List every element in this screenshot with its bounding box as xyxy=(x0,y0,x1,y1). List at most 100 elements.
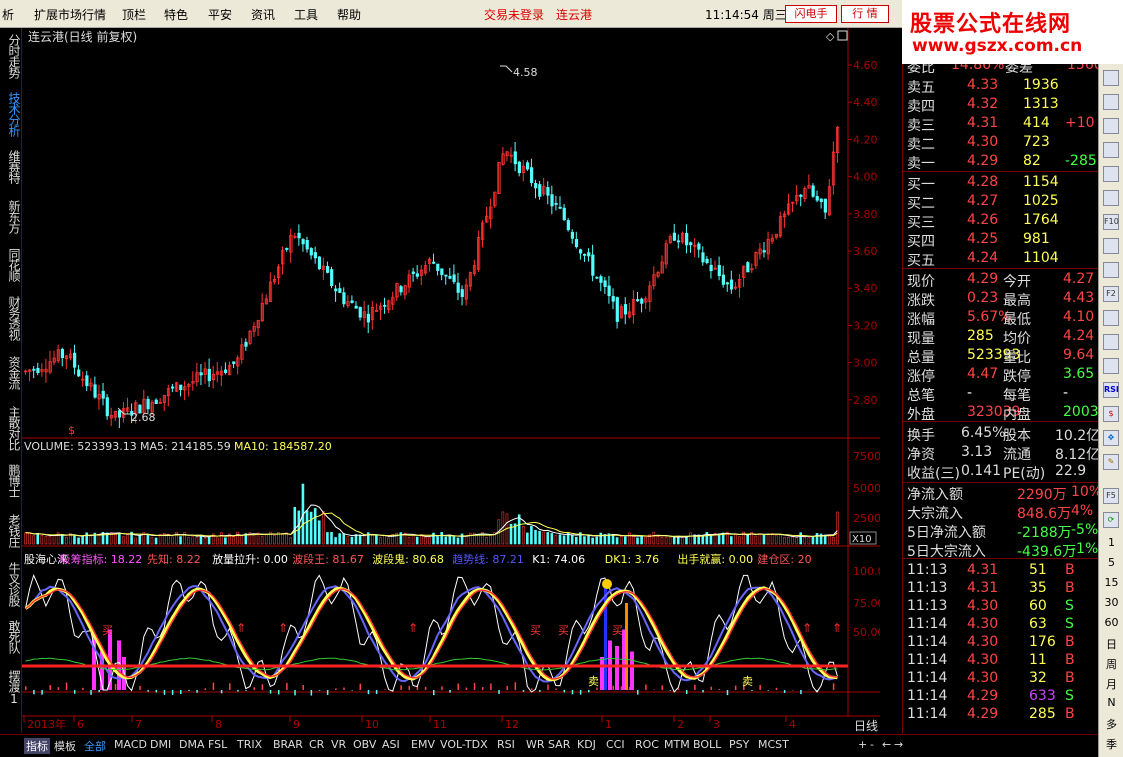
menu-item-ext-market[interactable]: 扩展市场行情 xyxy=(34,6,106,23)
indicator-tab[interactable]: VR xyxy=(331,738,346,751)
indicator-tab[interactable]: BOLL xyxy=(693,738,721,751)
indicator-tab[interactable]: TRIX xyxy=(237,738,262,751)
tab-tonghuashun[interactable]: 同花顺 xyxy=(2,248,21,281)
indicator-tab[interactable]: KDJ xyxy=(577,738,596,751)
toolbar-icon-5[interactable] xyxy=(1103,166,1119,182)
indicator-tab[interactable]: ROC xyxy=(635,738,659,751)
menu-item-tools[interactable]: 工具 xyxy=(294,6,318,23)
menu-item-news[interactable]: 资讯 xyxy=(251,6,275,23)
chart-area[interactable]: 连云港(日线 前复权) 4.60 4.40 4.20 4.00 3.80 3.60 3.40… xyxy=(22,28,880,734)
indicator-tab[interactable]: MTM xyxy=(664,738,690,751)
indicator-tab[interactable]: DMA xyxy=(179,738,205,751)
candle-body xyxy=(448,276,452,279)
menu-item-pingan[interactable]: 平安 xyxy=(208,6,232,23)
period-tab[interactable]: 季 xyxy=(1099,736,1123,752)
flash-trade-button[interactable]: 闪电手 xyxy=(785,5,837,23)
indicator-tab[interactable]: DMI xyxy=(150,738,171,751)
toolbar-icon-f10[interactable]: F10 xyxy=(1103,214,1119,230)
tab-baidu[interactable]: 摆渡1 xyxy=(2,670,21,705)
f5-icon[interactable]: F5 xyxy=(1103,488,1119,504)
indicator-tab[interactable]: CCI xyxy=(606,738,625,751)
toolbar-icon-11[interactable] xyxy=(1103,310,1119,326)
quote-button[interactable]: 行 情 xyxy=(841,5,889,23)
rsi-icon[interactable]: RSI xyxy=(1103,382,1119,398)
chart-ctrl-icon[interactable]: ◇ xyxy=(826,30,835,43)
nav-control[interactable]: - xyxy=(870,738,874,751)
tab-capital-flow[interactable]: 资金流 xyxy=(2,356,21,389)
indicator-tab[interactable]: OBV xyxy=(353,738,376,751)
nav-control[interactable]: + xyxy=(858,738,867,751)
indicator-tab[interactable]: ASI xyxy=(382,738,400,751)
candle-body xyxy=(636,299,640,302)
tab-xindongfang[interactable]: 新东方 xyxy=(2,200,21,233)
indicator-tab[interactable]: 全部 xyxy=(84,738,106,754)
toolbar-icon-8[interactable] xyxy=(1103,238,1119,254)
pencil-icon[interactable]: ✎ xyxy=(1103,454,1119,470)
toolbar-icon-3[interactable] xyxy=(1103,118,1119,134)
tab-pengboshi[interactable]: 鹏博士 xyxy=(2,464,21,497)
quote-value: 0.23 xyxy=(967,290,999,306)
toolbar-icon-2[interactable] xyxy=(1103,94,1119,110)
volume-bar xyxy=(517,514,521,545)
indicator-tab[interactable]: EMV xyxy=(411,738,435,751)
toolbar-icon-9[interactable] xyxy=(1103,262,1119,278)
indicator-tab[interactable]: 模板 xyxy=(54,738,76,754)
candle-body xyxy=(117,410,122,418)
toolbar-icon-6[interactable] xyxy=(1103,190,1119,206)
indicator-tab[interactable]: MACD xyxy=(114,738,147,751)
indicator-tab[interactable]: MCST xyxy=(758,738,789,751)
indicator-tab[interactable]: CR xyxy=(309,738,324,751)
ask-qty: 1313 xyxy=(1023,96,1059,112)
period-tab[interactable]: 30 xyxy=(1099,596,1123,609)
nav-control[interactable]: → xyxy=(894,738,903,751)
menu-item-analysis[interactable]: 析 xyxy=(2,6,14,23)
period-tab[interactable]: 月 xyxy=(1099,676,1123,692)
period-tab[interactable]: 5 xyxy=(1099,556,1123,569)
tab-gansidui[interactable]: 敢死队 xyxy=(2,620,21,653)
period-tab[interactable]: 60 xyxy=(1099,616,1123,629)
volume-bar xyxy=(574,536,578,545)
indicator-tab[interactable]: FSL xyxy=(208,738,227,751)
toolbar-icon-4[interactable] xyxy=(1103,142,1119,158)
watermark-logo: 股票公式在线网 www.gszx.com.cn xyxy=(902,0,1123,64)
dollar-icon[interactable]: $ xyxy=(1103,406,1119,422)
refresh-icon[interactable]: ⟳ xyxy=(1103,512,1119,528)
volume-bar xyxy=(611,534,615,545)
candle-body xyxy=(811,185,815,197)
period-tab[interactable]: N xyxy=(1099,696,1123,709)
nav-control[interactable]: ← xyxy=(882,738,891,751)
period-tab[interactable]: 周 xyxy=(1099,656,1123,672)
toolbar-icon-12[interactable] xyxy=(1103,334,1119,350)
indicator-tab[interactable]: BRAR xyxy=(273,738,303,751)
indicator-tab[interactable]: VOL-TDX xyxy=(440,738,488,751)
tick-time: 11:14 xyxy=(907,688,948,704)
indicator-bar xyxy=(563,690,566,693)
menu-item-top[interactable]: 顶栏 xyxy=(122,6,146,23)
period-tab[interactable]: 多 xyxy=(1099,716,1123,732)
tab-weisaite[interactable]: 维赛特 xyxy=(2,150,21,183)
logo-url: www.gszx.com.cn xyxy=(912,36,1083,56)
indicator-tab[interactable]: SAR xyxy=(548,738,570,751)
indicator-tab[interactable]: 指标 xyxy=(24,738,50,754)
tab-diagnosis[interactable]: 牛叉诊股 xyxy=(2,562,21,606)
indicator-tab[interactable]: RSI xyxy=(497,738,515,751)
indicator-tab[interactable]: WR xyxy=(526,738,545,751)
tab-laoqianzhuang[interactable]: 老钱庄 xyxy=(2,514,21,547)
toolbar-icon-13[interactable] xyxy=(1103,358,1119,374)
period-label[interactable]: 日线 xyxy=(854,719,878,733)
tab-main-retail[interactable]: 主散对比 xyxy=(2,406,21,450)
period-tab[interactable]: 15 xyxy=(1099,576,1123,589)
tab-finance[interactable]: 财务透视 xyxy=(2,296,21,340)
tab-intraday[interactable]: 分时走势 xyxy=(2,34,21,78)
menu-item-features[interactable]: 特色 xyxy=(164,6,188,23)
move-icon[interactable]: ✥ xyxy=(1103,430,1119,446)
toolbar-icon-f2[interactable]: F2 xyxy=(1103,286,1119,302)
toolbar-icon-1[interactable] xyxy=(1103,70,1119,86)
volume-bar xyxy=(452,536,456,545)
tab-technical[interactable]: 技术分析 xyxy=(2,92,21,136)
candle-body xyxy=(460,289,464,298)
indicator-tab[interactable]: PSY xyxy=(729,738,749,751)
menu-item-help[interactable]: 帮助 xyxy=(337,6,361,23)
period-tab[interactable]: 1 xyxy=(1099,536,1123,549)
period-tab[interactable]: 日 xyxy=(1099,636,1123,652)
